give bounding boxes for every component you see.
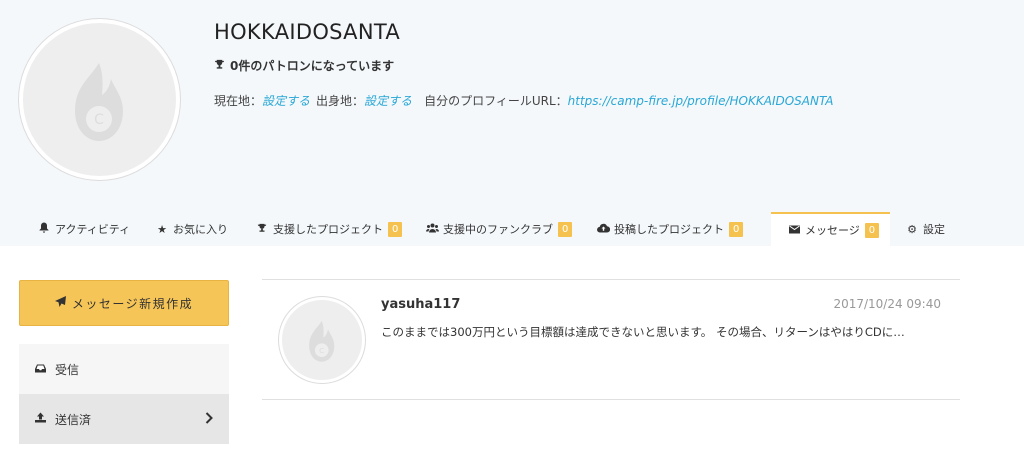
campfire-logo-icon: C (75, 63, 123, 141)
count-badge: 0 (558, 221, 573, 237)
envelope-icon (787, 224, 801, 237)
profile-url-link[interactable]: https://camp-fire.jp/profile/HOKKAIDOSAN… (568, 94, 834, 108)
paper-plane-icon (54, 296, 66, 310)
profile-url-label: 自分のプロフィールURL： (424, 94, 568, 108)
hometown-link[interactable]: 設定する (364, 94, 412, 108)
upload-icon (35, 412, 49, 426)
users-icon (425, 223, 439, 236)
profile-username: HOKKAIDOSANTA (214, 20, 401, 44)
trophy-icon (255, 223, 269, 236)
sender-avatar: C (279, 297, 365, 383)
tab-favorites[interactable]: ★ お気に入り (155, 212, 228, 246)
tab-fanclubs[interactable]: 支援中のファンクラブ 0 (425, 212, 573, 246)
patron-text: 0件のパトロンになっています (230, 59, 395, 73)
svg-text:C: C (319, 346, 324, 355)
divider (262, 279, 960, 280)
folder-inbox[interactable]: 受信 (19, 344, 229, 394)
tab-backed-projects[interactable]: 支援したプロジェクト 0 (255, 212, 403, 246)
message-preview: このままでは300万円という目標額は達成できないと思います。 その場合、リターン… (381, 325, 905, 339)
divider (262, 399, 960, 400)
inbox-icon (35, 363, 49, 376)
message-date: 2017/10/24 09:40 (833, 297, 941, 311)
tab-activity[interactable]: アクティビティ (37, 212, 130, 246)
folder-sent[interactable]: 送信済 (19, 394, 229, 444)
count-badge: 0 (729, 221, 744, 237)
tab-label: アクティビティ (55, 223, 131, 236)
svg-text:C: C (94, 112, 104, 128)
tab-label: 支援したプロジェクト (273, 223, 383, 236)
message-sender: yasuha117 (381, 297, 461, 312)
profile-tabs: アクティビティ ★ お気に入り 支援したプロジェクト 0 支援中のファンクラブ 0 投… (0, 212, 1024, 246)
compose-message-button[interactable]: メッセージ新規作成 (19, 280, 229, 326)
cloud-upload-icon (596, 223, 610, 236)
patron-count: 0件のパトロンになっています (214, 57, 394, 74)
tab-label: お気に入り (173, 223, 228, 236)
tab-label: 設定 (923, 223, 945, 236)
location-link[interactable]: 設定する (262, 94, 310, 108)
folder-label: 受信 (55, 362, 80, 377)
gear-icon: ⚙ (907, 222, 917, 236)
avatar: C (19, 19, 180, 180)
tab-label: メッセージ (805, 224, 860, 237)
folder-label: 送信済 (55, 412, 92, 427)
tab-label: 支援中のファンクラブ (443, 223, 553, 236)
tab-label: 投稿したプロジェクト (614, 223, 724, 236)
count-badge: 0 (388, 221, 403, 237)
tab-messages[interactable]: メッセージ 0 (771, 212, 890, 246)
chevron-right-icon (205, 409, 213, 428)
star-icon: ★ (157, 222, 167, 236)
hometown-label: 出身地： (316, 94, 365, 108)
profile-meta: 現在地：設定する 出身地：設定する 自分のプロフィールURL：https://cam… (214, 92, 833, 109)
tab-settings[interactable]: ⚙ 設定 (905, 212, 945, 246)
location-label: 現在地： (214, 94, 263, 108)
tab-posted-projects[interactable]: 投稿したプロジェクト 0 (596, 212, 744, 246)
trophy-icon (214, 59, 226, 73)
compose-label: メッセージ新規作成 (71, 296, 194, 311)
campfire-logo-icon: C (309, 320, 335, 362)
count-badge: 0 (864, 222, 880, 238)
bell-icon (37, 222, 51, 236)
